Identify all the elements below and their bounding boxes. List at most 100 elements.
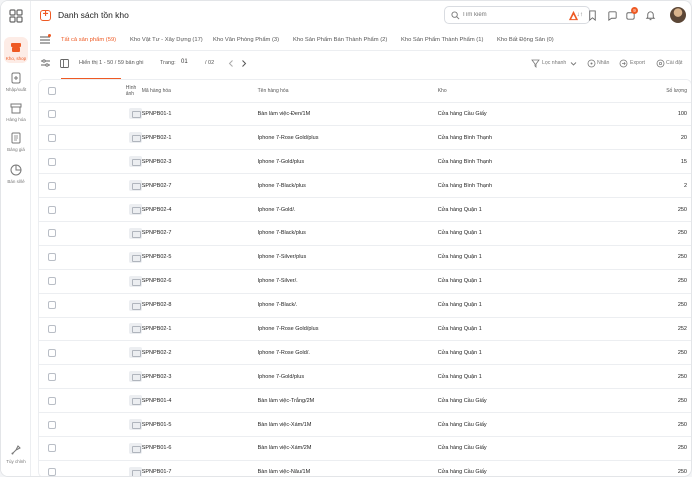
- chat-icon[interactable]: [607, 10, 618, 21]
- row-checkbox[interactable]: [48, 133, 56, 142]
- columns-icon[interactable]: [60, 59, 69, 68]
- table-row[interactable]: SPNPB01-1 Bàn làm việc-Đen/1M Cửa hàng Cầu…: [39, 102, 691, 127]
- row-checkbox[interactable]: [48, 229, 56, 238]
- table-row[interactable]: SPNPB01-4 Bàn làm việc-Trắng/2M Cửa hàng C…: [39, 388, 691, 414]
- row-warehouse: Cửa hàng Quận 1: [437, 269, 609, 294]
- table-row[interactable]: SPNPB02-3 Iphone 7-Gold/plus Cửa hàng Bình…: [39, 149, 691, 175]
- sidebar-item-hang-hoa[interactable]: Hàng hóa: [1, 101, 31, 122]
- tab-semi-finished[interactable]: Kho Sản Phẩm Bán Thành Phẩm (2): [293, 37, 387, 43]
- row-qty: 250: [608, 293, 691, 318]
- table-row[interactable]: SPNPB02-8 Iphone 7-Black/. Cửa hàng Quận 1…: [39, 293, 691, 318]
- table-row[interactable]: SPNPB02-6 Iphone 7-Silver/. Cửa hàng Quận …: [39, 269, 691, 294]
- row-checkbox[interactable]: [48, 253, 56, 262]
- row-checkbox[interactable]: [48, 372, 56, 381]
- row-checkbox[interactable]: [48, 444, 56, 453]
- notification-badge: 9: [631, 7, 638, 14]
- bookmark-icon[interactable]: [587, 10, 598, 21]
- chevron-right-icon[interactable]: [239, 59, 248, 68]
- row-checkbox[interactable]: [48, 181, 56, 190]
- tab-all-products[interactable]: Tất cả sản phẩm (59): [61, 37, 116, 43]
- row-checkbox[interactable]: [48, 348, 56, 357]
- settings-button[interactable]: Cài đặt: [666, 60, 682, 66]
- row-image-cell: [78, 293, 142, 318]
- row-warehouse: Cửa hàng Cầu Giấy: [437, 412, 609, 437]
- row-name: Iphone 7-Rose Gold/.: [257, 340, 438, 366]
- adjust-icon[interactable]: [41, 59, 50, 68]
- row-warehouse: Cửa hàng Quận 1: [437, 364, 609, 390]
- header-code[interactable]: Mã hàng hóa: [141, 80, 258, 103]
- settings-icon[interactable]: [656, 59, 665, 68]
- select-all-checkbox[interactable]: [48, 86, 56, 95]
- sidebar-item-bang-gia[interactable]: Bảng giá: [1, 131, 31, 152]
- row-name: Iphone 7-Black/plus: [257, 173, 438, 199]
- sidebar-item-tuy-chinh[interactable]: Tùy chỉnh: [1, 443, 31, 464]
- header-warehouse[interactable]: Kho: [437, 80, 609, 103]
- quick-filter-button[interactable]: Lọc nhanh: [542, 60, 566, 66]
- tab-stationery[interactable]: Kho Văn Phòng Phẩm (3): [213, 37, 279, 43]
- apps-grid-icon[interactable]: [9, 9, 23, 23]
- export-icon[interactable]: [619, 59, 628, 68]
- row-qty: 250: [608, 221, 691, 246]
- tab-construction[interactable]: Kho Vật Tư - Xây Dựng (17): [130, 37, 203, 43]
- row-qty: 20: [608, 125, 691, 151]
- table-row[interactable]: SPNPB01-7 Bàn làm việc-Nâu/1M Cửa hàng Cầu…: [39, 460, 691, 476]
- table-row[interactable]: SPNPB02-4 Iphone 7-Gold/. Cửa hàng Quận 12…: [39, 197, 691, 222]
- chart-icon: [10, 164, 22, 176]
- table-row[interactable]: SPNPB02-7 Iphone 7-Black/plus Cửa hàng Bìn…: [39, 173, 691, 199]
- row-warehouse: Cửa hàng Cầu Giấy: [437, 102, 609, 127]
- row-name: Bàn làm việc-Đen/1M: [257, 102, 438, 127]
- row-checkbox[interactable]: [48, 324, 56, 333]
- header-qty[interactable]: Số lượng: [608, 80, 691, 103]
- table-row[interactable]: SPNPB01-6 Bàn làm việc-Xám/2M Cửa hàng Cầu…: [39, 436, 691, 461]
- row-select-cell: [39, 317, 79, 342]
- table-row[interactable]: SPNPB02-5 Iphone 7-Silver/plus Cửa hàng Qu…: [39, 245, 691, 270]
- row-checkbox[interactable]: [48, 157, 56, 166]
- add-button[interactable]: +: [40, 10, 51, 21]
- row-select-cell: [39, 173, 79, 199]
- row-warehouse: Cửa hàng Bình Thạnh: [437, 149, 609, 175]
- page-current[interactable]: 01: [181, 59, 188, 65]
- table-row[interactable]: SPNPB01-5 Bàn làm việc-Xám/1M Cửa hàng Cầu…: [39, 412, 691, 437]
- row-select-cell: [39, 125, 79, 151]
- sidebar-item-ban-si-le[interactable]: Bán sỉ/lẻ: [1, 163, 31, 184]
- chevron-down-icon[interactable]: [569, 59, 578, 68]
- row-checkbox[interactable]: [48, 301, 56, 310]
- bell-icon[interactable]: [645, 10, 656, 21]
- sidebar-item-nhap-xuat[interactable]: Nhập/xuất: [1, 71, 31, 92]
- tab-finished[interactable]: Kho Sản Phẩm Thành Phẩm (1): [401, 37, 483, 43]
- image-placeholder-icon: [128, 419, 142, 431]
- record-count: Hiển thị 1 - 50 / 59 bản ghi: [79, 60, 144, 66]
- row-qty: 2: [608, 173, 691, 199]
- image-placeholder-icon: [128, 442, 142, 454]
- table-row[interactable]: SPNPB02-2 Iphone 7-Rose Gold/. Cửa hàng Qu…: [39, 340, 691, 366]
- chevron-left-icon[interactable]: [227, 59, 236, 68]
- row-image-cell: [78, 364, 142, 390]
- row-checkbox[interactable]: [48, 109, 56, 118]
- row-code: SPNPB01-6: [141, 436, 258, 461]
- header-name[interactable]: Tên hàng hóa: [257, 80, 438, 103]
- toolbar: Hiển thị 1 - 50 / 59 bản ghi Trang: 01 /…: [31, 51, 691, 76]
- row-warehouse: Cửa hàng Quận 1: [437, 221, 609, 246]
- export-button[interactable]: Export: [630, 60, 645, 66]
- row-checkbox[interactable]: [48, 205, 56, 214]
- table-row[interactable]: SPNPB02-3 Iphone 7-Gold/plus Cửa hàng Quận…: [39, 364, 691, 390]
- tab-real-estate[interactable]: Kho Bất Động Sản (0): [497, 37, 554, 43]
- table-row[interactable]: SPNPB02-1 Iphone 7-Rose Gold/plus Cửa hàng…: [39, 317, 691, 342]
- row-checkbox[interactable]: [48, 420, 56, 429]
- table-row[interactable]: SPNPB02-7 Iphone 7-Black/plus Cửa hàng Quậ…: [39, 221, 691, 246]
- sidebar-item-kho-shop[interactable]: Kho, shop: [1, 37, 31, 63]
- menu-icon[interactable]: [40, 36, 50, 44]
- row-code: SPNPB02-7: [141, 173, 258, 199]
- row-checkbox[interactable]: [48, 277, 56, 286]
- row-name: Bàn làm việc-Trắng/2M: [257, 388, 438, 414]
- search-input[interactable]: [462, 9, 562, 21]
- row-checkbox[interactable]: [48, 468, 56, 476]
- filter-icon[interactable]: [531, 59, 540, 68]
- row-checkbox[interactable]: [48, 396, 56, 405]
- label-button[interactable]: Nhãn: [597, 60, 609, 66]
- row-name: Iphone 7-Gold/plus: [257, 364, 438, 390]
- row-name: Bàn làm việc-Xám/2M: [257, 436, 438, 461]
- table-row[interactable]: SPNPB02-1 Iphone 7-Rose Gold/plus Cửa hàng…: [39, 125, 691, 151]
- avatar[interactable]: [670, 7, 686, 23]
- tag-icon[interactable]: [587, 59, 596, 68]
